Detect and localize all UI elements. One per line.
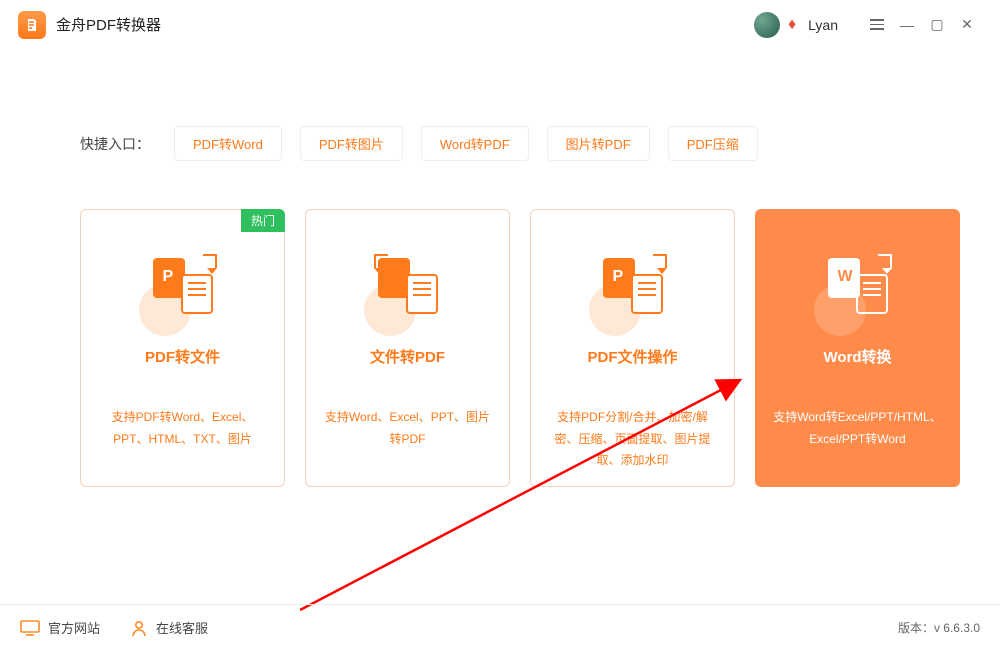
hot-badge: 热门 [241,209,285,232]
quick-image-to-pdf[interactable]: 图片转PDF [547,126,650,161]
username[interactable]: Lyan [808,17,838,33]
quick-pdf-to-word[interactable]: PDF转Word [174,126,282,161]
footer: 官方网站 在线客服 版本：v 6.6.3.0 [0,604,1000,650]
quick-access-row: 快捷入口： PDF转Word PDF转图片 Word转PDF 图片转PDF PD… [80,126,1000,161]
quick-word-to-pdf[interactable]: Word转PDF [421,126,529,161]
file-to-pdf-icon [378,256,438,316]
vip-icon[interactable]: ♦ [788,16,796,34]
version-text: 版本：v 6.6.3.0 [898,619,980,636]
minimize-button[interactable]: — [892,10,922,40]
quick-pdf-to-image[interactable]: PDF转图片 [300,126,403,161]
card-title: PDF转文件 [145,346,220,367]
customer-service-link[interactable]: 在线客服 [130,618,208,637]
official-site-label: 官方网站 [48,618,100,637]
monitor-icon [20,620,40,636]
card-pdf-to-file[interactable]: 热门 P PDF转文件 支持PDF转Word、Excel、PPT、HTML、TX… [80,209,285,487]
pdf-ops-icon: P [603,256,663,316]
card-desc: 支持PDF分割/合并、加密/解密、压缩、页面提取、图片提取、添加水印 [531,407,734,472]
app-logo-icon [18,11,46,39]
quick-label: 快捷入口： [80,134,150,154]
quick-pdf-compress[interactable]: PDF压缩 [668,126,758,161]
feature-cards: 热门 P PDF转文件 支持PDF转Word、Excel、PPT、HTML、TX… [80,209,1000,487]
maximize-button[interactable]: ▢ [922,10,952,40]
card-title: PDF文件操作 [587,346,677,367]
customer-service-label: 在线客服 [156,618,208,637]
official-site-link[interactable]: 官方网站 [20,618,100,637]
avatar[interactable] [754,12,780,38]
title-bar: 金舟PDF转换器 ♦ Lyan — ▢ ✕ [0,0,1000,50]
card-word-convert[interactable]: W Word转换 支持Word转Excel/PPT/HTML、Excel/PPT… [755,209,960,487]
headset-icon [130,619,148,637]
app-title: 金舟PDF转换器 [56,14,161,35]
card-title: 文件转PDF [370,346,445,367]
card-desc: 支持Word、Excel、PPT、图片转PDF [306,407,509,450]
word-convert-icon: W [828,256,888,316]
menu-icon[interactable] [862,10,892,40]
card-desc: 支持Word转Excel/PPT/HTML、Excel/PPT转Word [756,407,959,450]
card-title: Word转换 [823,346,891,367]
card-file-to-pdf[interactable]: 文件转PDF 支持Word、Excel、PPT、图片转PDF [305,209,510,487]
card-pdf-operations[interactable]: P PDF文件操作 支持PDF分割/合并、加密/解密、压缩、页面提取、图片提取、… [530,209,735,487]
close-button[interactable]: ✕ [952,10,982,40]
card-desc: 支持PDF转Word、Excel、PPT、HTML、TXT、图片 [81,407,284,450]
pdf-to-file-icon: P [153,256,213,316]
